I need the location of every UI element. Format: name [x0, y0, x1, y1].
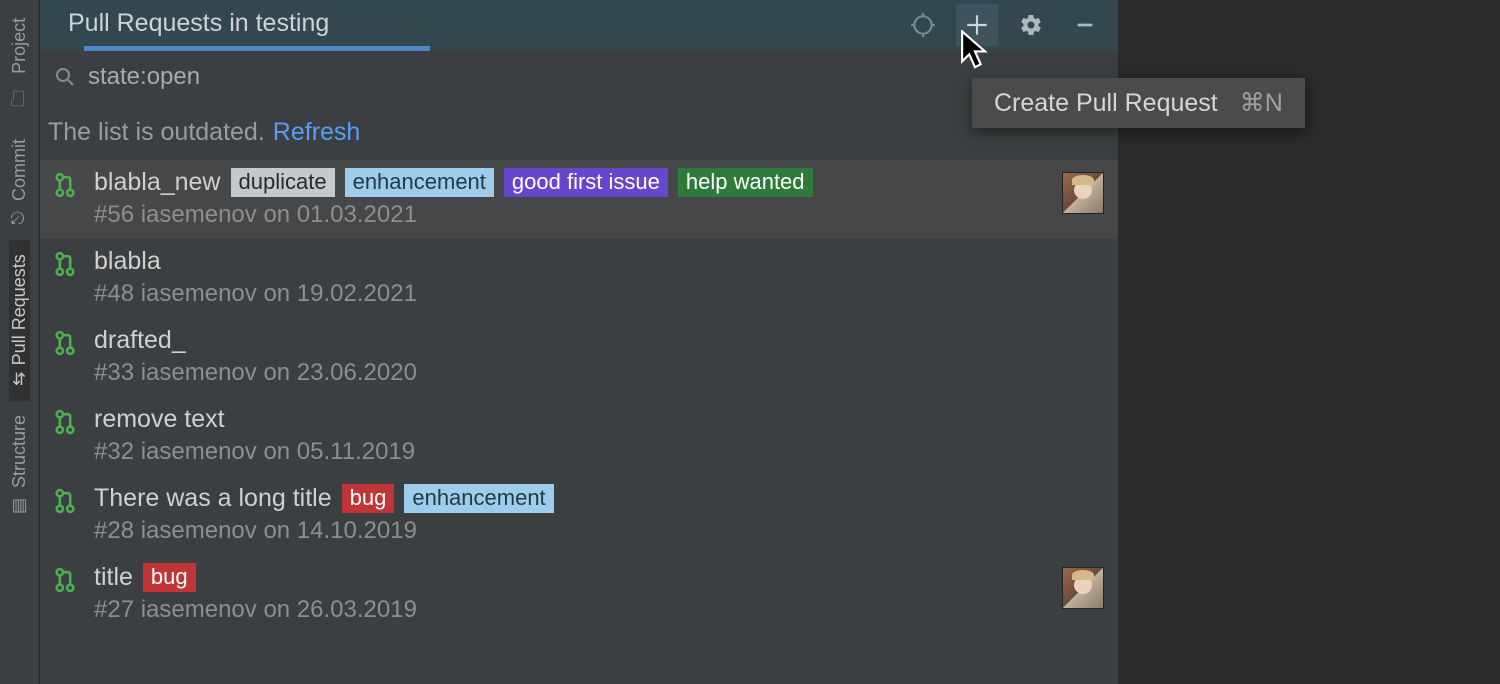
pull-request-icon [54, 405, 80, 441]
tool-tab-structure[interactable]: ▤ Structure [9, 401, 30, 530]
commit-icon: ⎋ [11, 207, 28, 227]
tooltip-shortcut: ⌘N [1240, 88, 1283, 118]
pull-request-list[interactable]: blabla_new duplicate enhancement good first… [40, 160, 1118, 684]
search-query: state:open [88, 63, 200, 91]
pull-request-body: blabla_new duplicate enhancement good first… [94, 168, 1048, 229]
pr-label: duplicate [231, 168, 335, 197]
pull-request-item[interactable]: blabla_new duplicate enhancement good first… [40, 160, 1118, 239]
pull-request-title: drafted_ [94, 326, 186, 355]
pull-request-icon [54, 326, 80, 362]
pr-label: enhancement [345, 168, 494, 197]
pull-request-meta: #27 iasemenov on 26.03.2019 [94, 596, 1048, 624]
settings-button[interactable] [1010, 4, 1052, 46]
folder-icon: 🗀 [5, 82, 34, 111]
pull-request-body: There was a long title bug enhancement #28 … [94, 484, 1104, 545]
pull-request-item[interactable]: title bug #27 iasemenov on 26.03.2019 [40, 555, 1118, 634]
active-tab-underline [84, 46, 430, 51]
pull-request-item[interactable]: There was a long title bug enhancement #28 … [40, 476, 1118, 555]
tool-tab-label: Commit [9, 139, 30, 201]
pull-request-meta: #48 iasemenov on 19.02.2021 [94, 280, 1104, 308]
panel-header: Pull Requests in testing [40, 0, 1118, 50]
tool-tab-label: Pull Requests [9, 254, 30, 365]
pull-request-body: remove text #32 iasemenov on 05.11.2019 [94, 405, 1104, 466]
pull-request-title: There was a long title [94, 484, 332, 513]
pr-label: enhancement [404, 484, 553, 513]
pull-request-item[interactable]: blabla #48 iasemenov on 19.02.2021 [40, 239, 1118, 318]
pull-request-title-row: blabla_new duplicate enhancement good first… [94, 168, 1048, 197]
pull-request-body: drafted_ #33 iasemenov on 23.06.2020 [94, 326, 1104, 387]
tool-tab-label: Project [9, 18, 30, 74]
pull-request-icon [54, 563, 80, 599]
search-row[interactable]: state:open [40, 50, 1118, 104]
pull-request-title: remove text [94, 405, 225, 434]
tooltip-label: Create Pull Request [994, 89, 1218, 118]
assignee-avatar[interactable] [1062, 172, 1104, 214]
pull-request-title: title [94, 563, 133, 592]
pull-request-title-row: There was a long title bug enhancement [94, 484, 1104, 513]
pull-request-icon: ⇵ [12, 370, 26, 390]
pull-request-title-row: drafted_ [94, 326, 1104, 355]
tool-tab-label: Structure [9, 415, 30, 488]
target-icon[interactable] [902, 4, 944, 46]
tool-tab-project[interactable]: 🗀 Project [5, 4, 34, 125]
refresh-link[interactable]: Refresh [273, 118, 361, 147]
outdated-message: The list is outdated. [48, 118, 265, 147]
pull-request-meta: #32 iasemenov on 05.11.2019 [94, 438, 1104, 466]
pull-request-title-row: blabla [94, 247, 1104, 276]
pull-request-icon [54, 247, 80, 283]
pull-request-meta: #56 iasemenov on 01.03.2021 [94, 201, 1048, 229]
minimize-button[interactable] [1064, 4, 1106, 46]
tool-tab-commit[interactable]: ⎋ Commit [9, 125, 30, 240]
pull-request-body: blabla #48 iasemenov on 19.02.2021 [94, 247, 1104, 308]
pull-request-icon [54, 484, 80, 520]
pr-label: good first issue [504, 168, 668, 197]
create-pr-tooltip: Create Pull Request ⌘N [972, 78, 1305, 128]
pull-request-item[interactable]: drafted_ #33 iasemenov on 23.06.2020 [40, 318, 1118, 397]
panel-title: Pull Requests in testing [68, 9, 329, 42]
structure-icon: ▤ [10, 496, 30, 516]
pull-request-title: blabla [94, 247, 161, 276]
pull-request-item[interactable]: remove text #32 iasemenov on 05.11.2019 [40, 397, 1118, 476]
left-tool-strip: 🗀 Project ⎋ Commit ⇵ Pull Requests ▤ Str… [0, 0, 40, 684]
tool-tab-pull-requests[interactable]: ⇵ Pull Requests [9, 240, 30, 401]
create-pr-button[interactable] [956, 4, 998, 46]
pull-request-icon [54, 168, 80, 204]
pull-request-meta: #28 iasemenov on 14.10.2019 [94, 517, 1104, 545]
pr-label: help wanted [678, 168, 813, 197]
assignee-avatar[interactable] [1062, 567, 1104, 609]
pull-request-title: blabla_new [94, 168, 221, 197]
pull-request-title-row: title bug [94, 563, 1048, 592]
pull-requests-panel: Pull Requests in testing [40, 0, 1118, 684]
pr-label: bug [143, 563, 196, 592]
search-icon [48, 65, 82, 89]
pr-label: bug [342, 484, 395, 513]
outdated-banner: The list is outdated. Refresh [40, 104, 1118, 160]
pull-request-title-row: remove text [94, 405, 1104, 434]
pull-request-meta: #33 iasemenov on 23.06.2020 [94, 359, 1104, 387]
pull-request-body: title bug #27 iasemenov on 26.03.2019 [94, 563, 1048, 624]
